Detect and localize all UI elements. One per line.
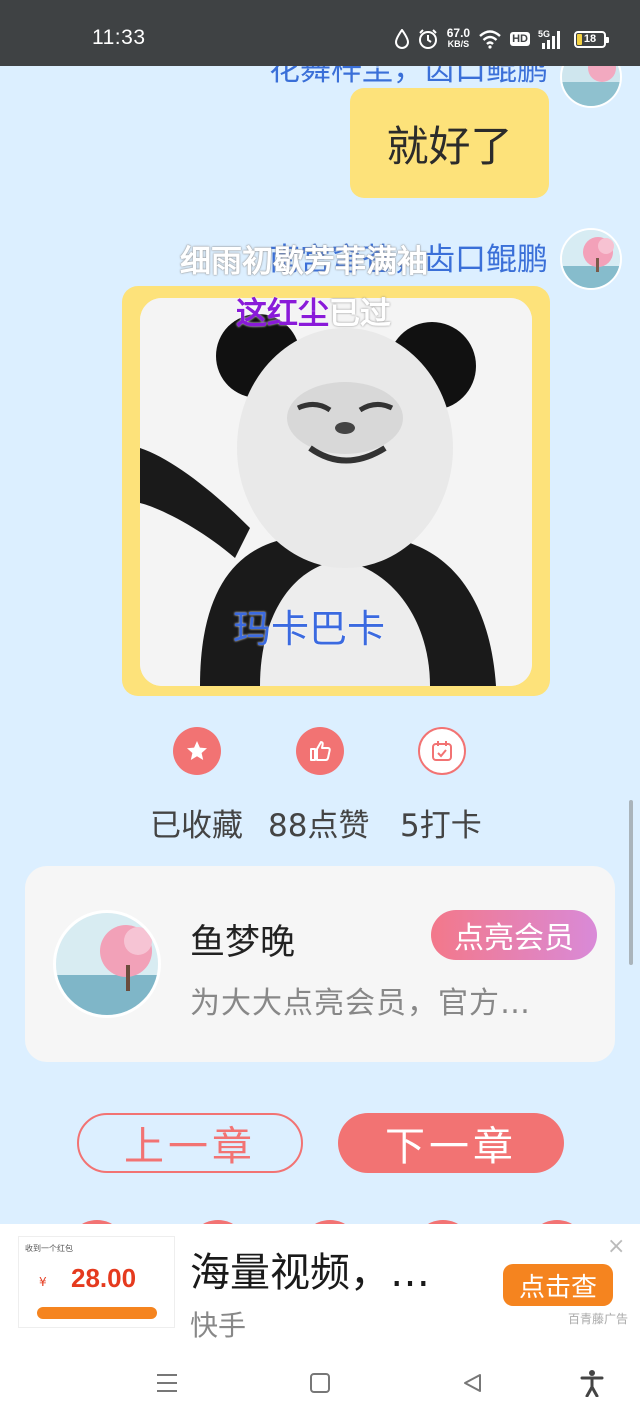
activate-membership-button[interactable]: 点亮会员 <box>431 910 597 960</box>
favorite-button[interactable] <box>173 727 221 775</box>
ad-banner[interactable]: 收到一个红包 ¥ 28.00 海量视频，… 快手 点击查 × 百青藤广告 <box>0 1224 640 1342</box>
net-speed-unit: KB/S <box>447 39 470 49</box>
status-bar: 11:33 67.0 KB/S HD 5G 18 <box>0 0 640 66</box>
alarm-icon <box>417 28 439 50</box>
member-card: 鱼梦晚 为大大点亮会员，官方… 点亮会员 <box>25 866 615 1062</box>
star-icon <box>187 741 207 760</box>
danmu-highlight-text: 这红尘 <box>236 296 329 332</box>
ad-label: 百青藤广告 <box>568 1312 629 1326</box>
favorite-stat: 已收藏 <box>150 808 243 844</box>
avatar[interactable] <box>560 66 622 108</box>
danmu-comment: 细雨初歇芳菲满袖 <box>180 244 428 280</box>
avatar[interactable] <box>53 910 161 1018</box>
like-stat: 88点赞 <box>268 808 370 844</box>
net-speed-value: 67.0 <box>446 26 471 40</box>
member-description: 为大大点亮会员，官方… <box>190 986 531 1021</box>
message-text: 就好了 <box>386 121 513 171</box>
member-name: 鱼梦晚 <box>190 923 296 963</box>
status-time: 11:33 <box>92 26 146 49</box>
danmu-comment: 这红尘已过 <box>236 288 391 333</box>
chat-area[interactable]: 花舞梓尘，齿口鲲鹏 就好了 南宫穹苍，齿口鲲鹏 细雨初歇芳菲满袖 这红尘已过 玛… <box>0 66 640 1224</box>
sender-name-partial: 花舞梓尘，齿口鲲鹏 <box>269 66 548 88</box>
system-nav-bar <box>0 1342 640 1422</box>
ad-title[interactable]: 海量视频，… <box>190 1240 430 1298</box>
ad-thumb-header: 收到一个红包 <box>25 1244 73 1253</box>
checkin-stat: 5打卡 <box>400 808 482 844</box>
calendar-check-icon <box>432 741 452 761</box>
thumbs-up-icon <box>310 741 331 761</box>
accessibility-icon[interactable] <box>578 1368 606 1398</box>
ad-thumbnail[interactable]: 收到一个红包 ¥ 28.00 <box>18 1236 175 1328</box>
close-icon[interactable]: × <box>607 1234 625 1259</box>
avatar[interactable] <box>560 228 622 290</box>
ad-thumb-button <box>37 1307 157 1319</box>
scrollbar[interactable] <box>629 800 633 965</box>
message-bubble[interactable]: 就好了 <box>350 88 549 198</box>
checkin-button[interactable] <box>418 727 466 775</box>
home-icon[interactable] <box>308 1368 332 1398</box>
hd-badge: HD <box>510 32 530 46</box>
ad-thumb-currency: ¥ <box>39 1275 47 1289</box>
like-button[interactable] <box>296 727 344 775</box>
ad-source: 快手 <box>190 1309 247 1342</box>
battery-icon: 18 <box>574 30 609 48</box>
ad-thumb-amount: 28.00 <box>71 1263 137 1293</box>
ad-cta-button[interactable]: 点击查 <box>503 1264 613 1306</box>
prev-chapter-button[interactable]: 上一章 <box>77 1113 303 1173</box>
water-drop-icon <box>394 28 409 50</box>
danmu-comment: 玛卡巴卡 <box>233 607 386 651</box>
net-speed: 67.0 KB/S <box>446 26 471 50</box>
next-chapter-button[interactable]: 下一章 <box>338 1113 564 1173</box>
svg-text:5G: 5G <box>538 29 550 39</box>
cell-signal-icon: 5G <box>538 28 566 50</box>
wifi-icon <box>478 28 502 50</box>
danmu-text: 已过 <box>329 296 391 332</box>
back-icon[interactable] <box>460 1368 484 1398</box>
menu-icon[interactable] <box>154 1368 180 1398</box>
status-icons: 67.0 KB/S HD 5G 18 <box>394 22 609 56</box>
battery-level: 18 <box>583 33 597 45</box>
